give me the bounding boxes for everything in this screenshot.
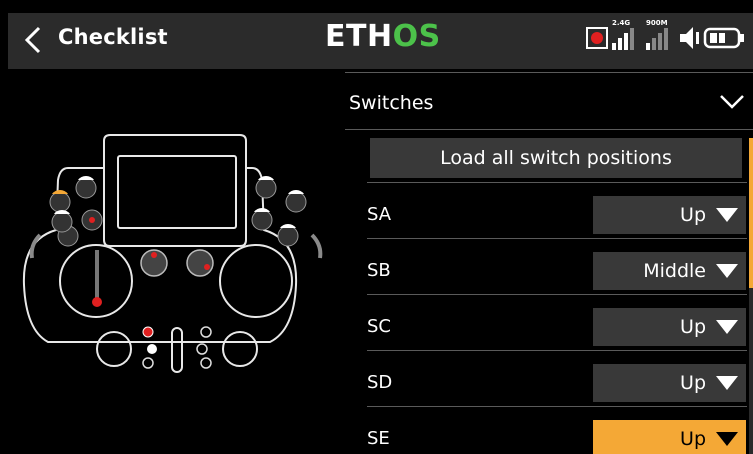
selected-value: Up xyxy=(680,204,706,226)
record-icon xyxy=(586,27,608,49)
section-label: Switches xyxy=(349,92,434,114)
logo-text-eth: ETH xyxy=(325,19,393,54)
switch-name: SE xyxy=(367,428,390,449)
switches-section-header[interactable]: Switches xyxy=(345,72,753,132)
switch-position-select-sb[interactable]: Middle xyxy=(593,252,746,290)
switch-position-select-se[interactable]: Up xyxy=(593,420,746,454)
page-title: Checklist xyxy=(58,25,168,49)
selected-value: Up xyxy=(680,428,706,450)
selected-value: Up xyxy=(680,372,706,394)
checklist-screen: Checklist ETHOS 2.4G 900M Switches Load … xyxy=(0,0,753,454)
divider xyxy=(367,350,747,351)
volume-icon xyxy=(680,27,699,49)
rf-signal-900m-icon xyxy=(646,28,668,50)
logo-text-os: OS xyxy=(392,19,441,54)
chevron-left-icon xyxy=(24,26,41,54)
battery-icon xyxy=(703,27,744,49)
switch-position-select-sa[interactable]: Up xyxy=(593,196,746,234)
switch-row-sc: SC Up xyxy=(345,298,753,354)
rf2-label: 900M xyxy=(646,19,668,27)
load-all-switch-positions-button[interactable]: Load all switch positions xyxy=(370,138,742,178)
selected-value: Up xyxy=(680,316,706,338)
divider xyxy=(345,129,753,130)
switch-row-sa: SA Up xyxy=(345,186,753,242)
rf1-label: 2.4G xyxy=(612,19,631,27)
divider xyxy=(367,182,747,183)
switch-position-select-sd[interactable]: Up xyxy=(593,364,746,402)
divider xyxy=(367,406,747,407)
switch-name: SC xyxy=(367,316,391,337)
chevron-down-icon xyxy=(720,95,744,109)
switch-row-se: SE Up xyxy=(345,410,753,454)
switch-list-panel: Switches Load all switch positions SA Up… xyxy=(345,72,753,454)
radio-outline-image xyxy=(22,134,323,373)
ethos-logo: ETHOS xyxy=(325,19,441,54)
dropdown-arrow-icon xyxy=(716,264,738,278)
switch-name: SB xyxy=(367,260,391,281)
divider xyxy=(367,294,747,295)
switch-row-sb: SB Middle xyxy=(345,242,753,298)
switch-position-select-sc[interactable]: Up xyxy=(593,308,746,346)
selected-value: Middle xyxy=(643,260,706,282)
switch-row-sd: SD Up xyxy=(345,354,753,410)
back-button[interactable] xyxy=(14,22,52,58)
divider xyxy=(367,238,747,239)
dropdown-arrow-icon xyxy=(716,376,738,390)
dropdown-arrow-icon xyxy=(716,320,738,334)
switch-name: SA xyxy=(367,204,392,225)
header: Checklist ETHOS 2.4G 900M xyxy=(0,0,753,80)
scrollbar-thumb[interactable] xyxy=(749,138,753,288)
dropdown-arrow-icon xyxy=(716,208,738,222)
dropdown-arrow-icon xyxy=(716,432,738,446)
rf-signal-2-4g-icon xyxy=(612,28,634,50)
status-bar: 2.4G 900M xyxy=(586,19,748,54)
radio-illustration xyxy=(0,80,345,454)
right-switch-knobs xyxy=(251,176,307,247)
switch-name: SD xyxy=(367,372,393,393)
